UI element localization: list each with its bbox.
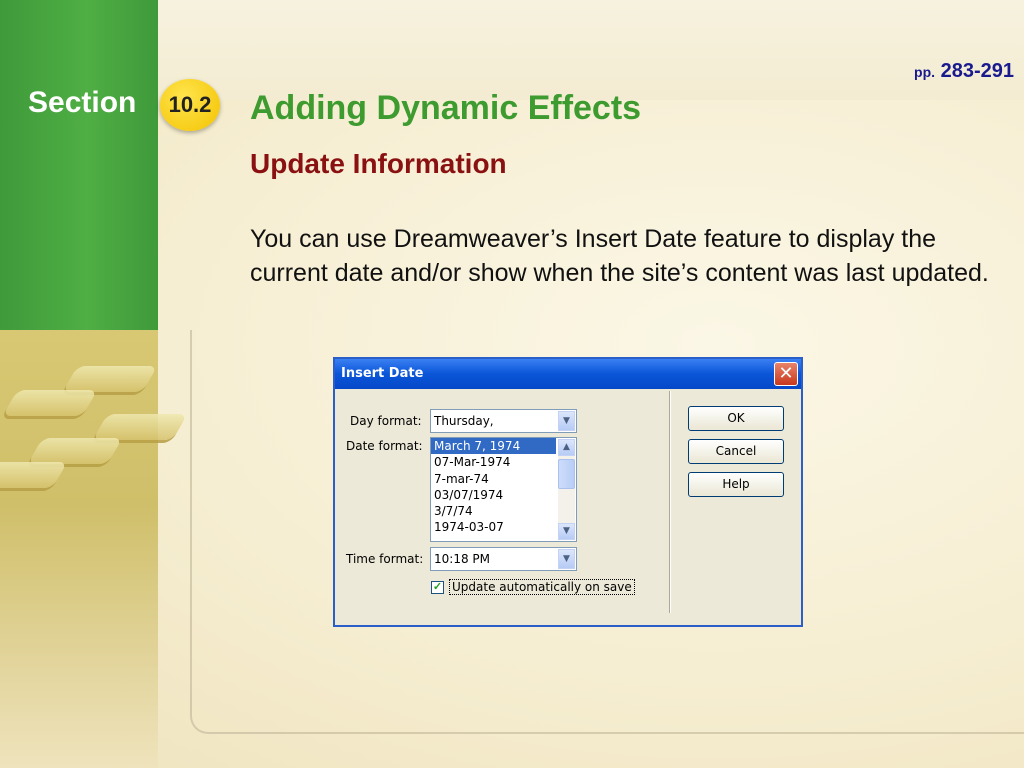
- list-item[interactable]: 07-Mar-1974: [431, 454, 576, 470]
- list-item[interactable]: March 7, 1974: [431, 438, 556, 455]
- slide-subtitle: Update Information: [250, 148, 507, 179]
- time-format-select[interactable]: 10:18 PM ▼: [430, 547, 577, 571]
- scrollbar-thumb[interactable]: [558, 459, 575, 489]
- date-format-list[interactable]: March 7, 1974 07-Mar-1974 7-mar-74 03/07…: [430, 437, 577, 542]
- chevron-down-icon[interactable]: ▼: [558, 411, 575, 431]
- ok-button[interactable]: OK: [688, 406, 784, 431]
- keyboard-decoration: [0, 330, 188, 768]
- page-reference: pp. 283-291: [914, 60, 1014, 83]
- list-item[interactable]: 7-mar-74: [431, 471, 576, 487]
- update-automatically-checkbox[interactable]: ✓: [431, 581, 444, 594]
- day-format-select[interactable]: Thursday, ▼: [430, 409, 577, 433]
- list-item[interactable]: 1974-03-07: [431, 519, 576, 535]
- body-text: You can use Dreamweaver’s Insert Date fe…: [250, 225, 989, 287]
- cancel-button[interactable]: Cancel: [688, 439, 784, 464]
- slide-title: Adding Dynamic Effects: [250, 89, 642, 127]
- time-format-label: Time format:: [346, 552, 424, 566]
- dialog-separator: [669, 391, 671, 613]
- chevron-down-icon[interactable]: ▼: [558, 549, 575, 569]
- section-number-badge: 10.2: [160, 79, 220, 131]
- date-format-label: Date format:: [346, 439, 423, 453]
- update-automatically-label[interactable]: Update automatically on save: [449, 579, 635, 595]
- pages-prefix: pp.: [914, 64, 936, 80]
- top-band: [158, 0, 1024, 100]
- day-format-label: Day format:: [350, 414, 422, 428]
- chevron-down-icon[interactable]: ▼: [558, 523, 575, 540]
- section-label: Section: [28, 86, 137, 119]
- pages-range: 283-291: [940, 60, 1014, 82]
- list-scrollbar[interactable]: ▲ ▼: [558, 439, 575, 540]
- dialog-titlebar: Insert Date ✕: [335, 359, 801, 389]
- help-button[interactable]: Help: [688, 472, 784, 497]
- chevron-up-icon[interactable]: ▲: [558, 439, 575, 456]
- day-format-value: Thursday,: [434, 414, 494, 428]
- close-icon[interactable]: ✕: [774, 362, 798, 386]
- time-format-value: 10:18 PM: [434, 552, 490, 566]
- left-green-band: [0, 0, 158, 330]
- list-item[interactable]: 3/7/74: [431, 503, 576, 519]
- dialog-title: Insert Date: [341, 366, 424, 381]
- insert-date-dialog: Insert Date ✕ Day format: Thursday, ▼ Da…: [333, 357, 803, 627]
- list-item[interactable]: 03/07/1974: [431, 487, 576, 503]
